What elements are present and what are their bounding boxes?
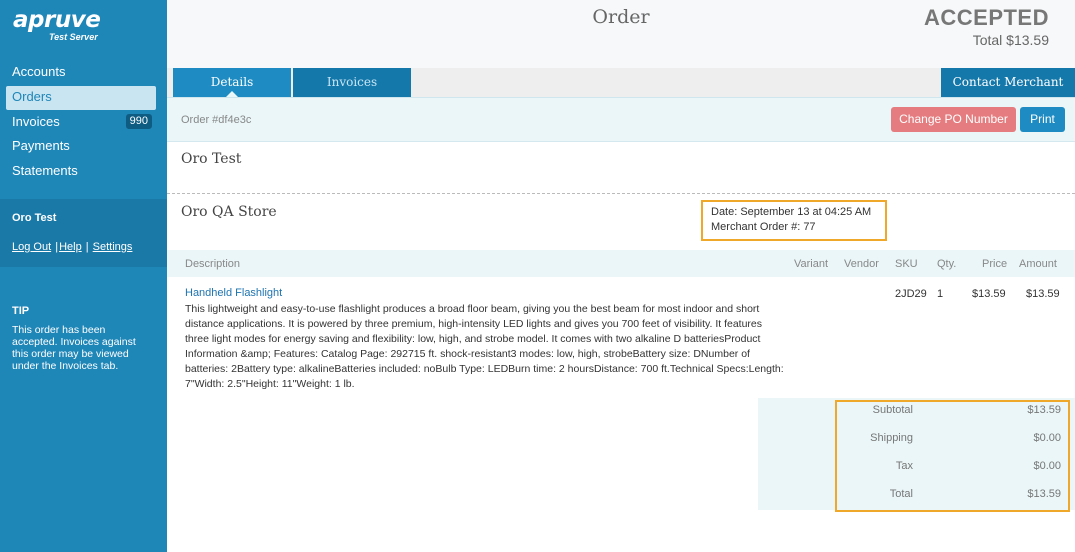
sidebar-nav: Accounts Orders Invoices 990 Payments St… <box>6 61 156 185</box>
total-value: $13.59 <box>1027 488 1061 500</box>
column-header-price: Price <box>982 258 1008 270</box>
tip-title: TIP <box>12 305 30 317</box>
page-header: Order ACCEPTED Total $13.59 <box>167 0 1075 68</box>
item-price: $13.59 <box>972 288 1006 300</box>
tab-invoices[interactable]: Invoices <box>293 68 411 97</box>
item-amount: $13.59 <box>1026 288 1060 300</box>
sidebar-item-label: Accounts <box>12 64 66 79</box>
sidebar-item-label: Statements <box>12 163 78 179</box>
logo-subtitle: Test Server <box>49 32 98 42</box>
merchant-name: Oro QA Store <box>181 204 277 220</box>
order-id: Order #df4e3c <box>181 114 252 126</box>
sidebar-item-accounts[interactable]: Accounts <box>6 61 156 86</box>
order-date: Date: September 13 at 04:25 AM <box>711 206 872 218</box>
column-header-amount: Amount <box>1019 258 1057 270</box>
subtotal-label: Subtotal <box>872 404 913 416</box>
link-separator: | <box>85 241 89 253</box>
column-header-vendor: Vendor <box>844 258 879 270</box>
item-description: This lightweight and easy-to-use flashli… <box>185 303 784 390</box>
column-header-variant: Variant <box>794 258 829 270</box>
settings-link[interactable]: Settings <box>93 241 133 253</box>
item-sku: 2JD29 <box>895 288 927 300</box>
column-header-qty: Qty. <box>937 258 957 270</box>
sidebar-item-orders[interactable]: Orders <box>6 85 156 111</box>
logo-text: apruve <box>13 7 101 33</box>
sidebar-item-label: Invoices <box>12 113 60 129</box>
tip-text: This order has been accepted. Invoices a… <box>12 324 136 372</box>
invoices-count-badge: 990 <box>125 113 152 129</box>
order-status: ACCEPTED Total $13.59 <box>923 5 1049 49</box>
merchant-order-number: Merchant Order #: 77 <box>711 221 816 233</box>
sidebar-item-invoices[interactable]: Invoices 990 <box>6 111 156 136</box>
shipping-value: $0.00 <box>1033 432 1061 444</box>
buyer-name: Oro Test <box>181 151 242 167</box>
user-panel: Oro Test Log Out |Help | Settings <box>0 199 167 267</box>
sidebar-item-statements[interactable]: Statements <box>6 160 156 185</box>
apruve-logo[interactable]: apruve Test Server <box>13 8 113 44</box>
user-name: Oro Test <box>12 212 57 224</box>
sidebar: apruve Test Server Accounts Orders Invoi… <box>0 0 167 552</box>
items-table-header: Description Variant Vendor SKU Qty. Pric… <box>167 250 1075 277</box>
order-total: Total $13.59 <box>972 32 1049 48</box>
column-header-description: Description <box>185 258 241 270</box>
status-badge: ACCEPTED <box>923 5 1049 30</box>
column-header-sku: SKU <box>895 258 918 270</box>
user-links: Log Out |Help | Settings <box>12 241 132 253</box>
order-meta-highlight: Date: September 13 at 04:25 AM Merchant … <box>701 200 887 241</box>
section-divider <box>167 193 1075 194</box>
shipping-label: Shipping <box>870 432 913 444</box>
tax-label: Tax <box>895 460 913 472</box>
action-bar: Order #df4e3c Change PO Number Print <box>167 98 1075 142</box>
item-qty: 1 <box>937 288 944 300</box>
contact-merchant-button[interactable]: Contact Merchant <box>941 68 1075 97</box>
tax-value: $0.00 <box>1033 460 1061 472</box>
link-separator: | <box>55 241 59 253</box>
help-link[interactable]: Help <box>59 241 82 253</box>
change-po-number-button[interactable]: Change PO Number <box>891 107 1016 132</box>
sidebar-item-label: Orders <box>12 88 52 104</box>
tab-details[interactable]: Details <box>173 68 291 97</box>
tab-bar: Details Invoices Contact Merchant <box>167 68 1075 98</box>
print-button[interactable]: Print <box>1020 107 1065 132</box>
sidebar-item-label: Payments <box>12 138 70 154</box>
item-name-link[interactable]: Handheld Flashlight <box>185 287 282 299</box>
total-label: Total <box>889 488 913 500</box>
logout-link[interactable]: Log Out <box>12 241 51 253</box>
subtotal-value: $13.59 <box>1027 404 1061 416</box>
sidebar-item-payments[interactable]: Payments <box>6 135 156 160</box>
